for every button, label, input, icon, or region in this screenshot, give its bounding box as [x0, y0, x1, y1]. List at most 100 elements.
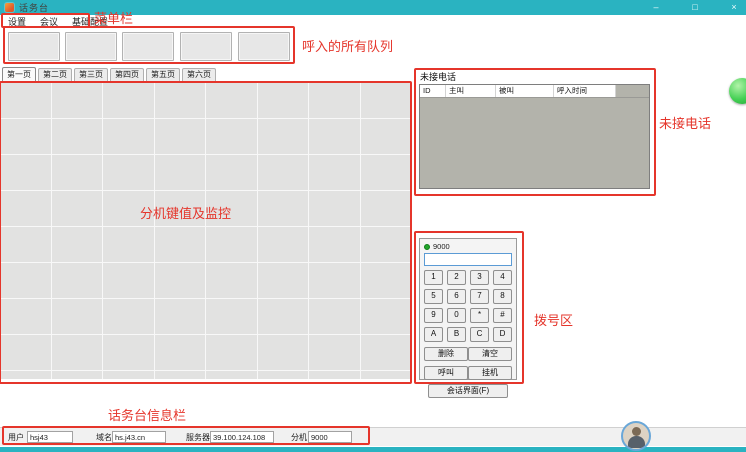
menu-item-conference[interactable]: 会议 [40, 15, 58, 28]
queue-slot-2[interactable] [65, 32, 117, 61]
menu-item-settings[interactable]: 设置 [8, 15, 26, 28]
missed-calls-column-3[interactable]: 被叫 [496, 85, 554, 97]
extension-cell[interactable] [103, 155, 154, 190]
hangup-button[interactable]: 挂机 [468, 366, 512, 380]
extension-cell[interactable] [361, 335, 412, 370]
dialpad-key-1[interactable]: 1 [424, 270, 443, 285]
extension-cell[interactable] [103, 335, 154, 370]
dialpad-key-2[interactable]: 2 [447, 270, 466, 285]
extension-cell[interactable] [309, 83, 360, 118]
extension-cell[interactable] [361, 263, 412, 298]
extension-cell[interactable] [361, 191, 412, 226]
queue-slot-4[interactable] [180, 32, 232, 61]
queue-slot-1[interactable] [8, 32, 60, 61]
dialpad-key-7[interactable]: 7 [470, 289, 489, 304]
extension-cell[interactable] [155, 263, 206, 298]
extension-cell[interactable] [361, 83, 412, 118]
extension-cell[interactable] [206, 119, 257, 154]
extension-cell[interactable] [155, 155, 206, 190]
extension-cell[interactable] [309, 299, 360, 334]
extension-cell[interactable] [155, 83, 206, 118]
extension-cell[interactable] [361, 119, 412, 154]
extension-cell[interactable] [52, 191, 103, 226]
extension-cell[interactable] [103, 227, 154, 262]
dialpad-key-4[interactable]: 4 [493, 270, 512, 285]
extension-cell[interactable] [52, 335, 103, 370]
extension-cell[interactable] [0, 335, 51, 370]
extension-cell[interactable] [155, 227, 206, 262]
extension-cell[interactable] [206, 299, 257, 334]
dialpad-key-C[interactable]: C [470, 327, 489, 342]
extension-cell[interactable] [0, 83, 51, 118]
tab-page-4[interactable]: 第四页 [110, 68, 144, 81]
dialpad-key-A[interactable]: A [424, 327, 443, 342]
extension-cell[interactable] [206, 155, 257, 190]
extension-cell[interactable] [258, 119, 309, 154]
tab-page-2[interactable]: 第二页 [38, 68, 72, 81]
dialpad-key-star[interactable]: * [470, 308, 489, 323]
tab-page-3[interactable]: 第三页 [74, 68, 108, 81]
extension-cell[interactable] [0, 191, 51, 226]
extension-cell[interactable] [155, 119, 206, 154]
session-view-button[interactable]: 会话界面(F) [428, 384, 508, 398]
tab-page-5[interactable]: 第五页 [146, 68, 180, 81]
extension-cell[interactable] [103, 263, 154, 298]
extension-cell[interactable] [206, 335, 257, 370]
extension-cell[interactable] [361, 299, 412, 334]
delete-button[interactable]: 删除 [424, 347, 468, 361]
extension-cell[interactable] [258, 263, 309, 298]
extension-cell[interactable] [52, 119, 103, 154]
dialpad-key-B[interactable]: B [447, 327, 466, 342]
extension-cell[interactable] [258, 371, 309, 379]
missed-calls-column-1[interactable]: ID [420, 85, 446, 97]
dialpad-key-9[interactable]: 9 [424, 308, 443, 323]
extension-cell[interactable] [258, 227, 309, 262]
missed-calls-column-4[interactable]: 呼入时间 [554, 85, 616, 97]
extension-cell[interactable] [52, 227, 103, 262]
queue-slot-3[interactable] [122, 32, 174, 61]
extension-cell[interactable] [309, 227, 360, 262]
extension-cell[interactable] [0, 119, 51, 154]
extension-cell[interactable] [258, 155, 309, 190]
extension-cell[interactable] [361, 155, 412, 190]
extension-cell[interactable] [206, 83, 257, 118]
extension-cell[interactable] [52, 299, 103, 334]
tab-page-6[interactable]: 第六页 [182, 68, 216, 81]
extension-cell[interactable] [309, 263, 360, 298]
tab-page-1[interactable]: 第一页 [2, 67, 36, 81]
taskbar-operator-icon[interactable] [621, 421, 651, 451]
dialpad-key-3[interactable]: 3 [470, 270, 489, 285]
extension-cell[interactable] [0, 155, 51, 190]
extension-cell[interactable] [258, 83, 309, 118]
call-button[interactable]: 呼叫 [424, 366, 468, 380]
missed-calls-body[interactable] [420, 98, 649, 189]
extension-cell[interactable] [0, 227, 51, 262]
extension-cell[interactable] [0, 263, 51, 298]
extension-cell[interactable] [52, 371, 103, 379]
dial-input[interactable] [424, 253, 512, 266]
extension-cell[interactable] [258, 299, 309, 334]
extension-cell[interactable] [155, 299, 206, 334]
extension-cell[interactable] [309, 119, 360, 154]
domain-field[interactable] [112, 431, 166, 443]
extension-cell[interactable] [258, 335, 309, 370]
server-field[interactable] [210, 431, 274, 443]
extension-cell[interactable] [206, 371, 257, 379]
dialpad-key-5[interactable]: 5 [424, 289, 443, 304]
extension-cell[interactable] [155, 335, 206, 370]
missed-calls-column-2[interactable]: 主叫 [446, 85, 496, 97]
extension-cell[interactable] [103, 299, 154, 334]
extension-cell[interactable] [52, 155, 103, 190]
status-ball-icon[interactable] [729, 78, 746, 104]
extension-cell[interactable] [103, 83, 154, 118]
dialpad-key-hash[interactable]: # [493, 308, 512, 323]
minimize-button[interactable]: – [650, 0, 662, 15]
dialpad-key-D[interactable]: D [493, 327, 512, 342]
extension-cell[interactable] [206, 227, 257, 262]
maximize-button[interactable]: □ [689, 0, 701, 15]
extension-cell[interactable] [0, 371, 51, 379]
extension-cell[interactable] [52, 83, 103, 118]
clear-button[interactable]: 清空 [468, 347, 512, 361]
extension-cell[interactable] [103, 191, 154, 226]
dialpad-key-0[interactable]: 0 [447, 308, 466, 323]
